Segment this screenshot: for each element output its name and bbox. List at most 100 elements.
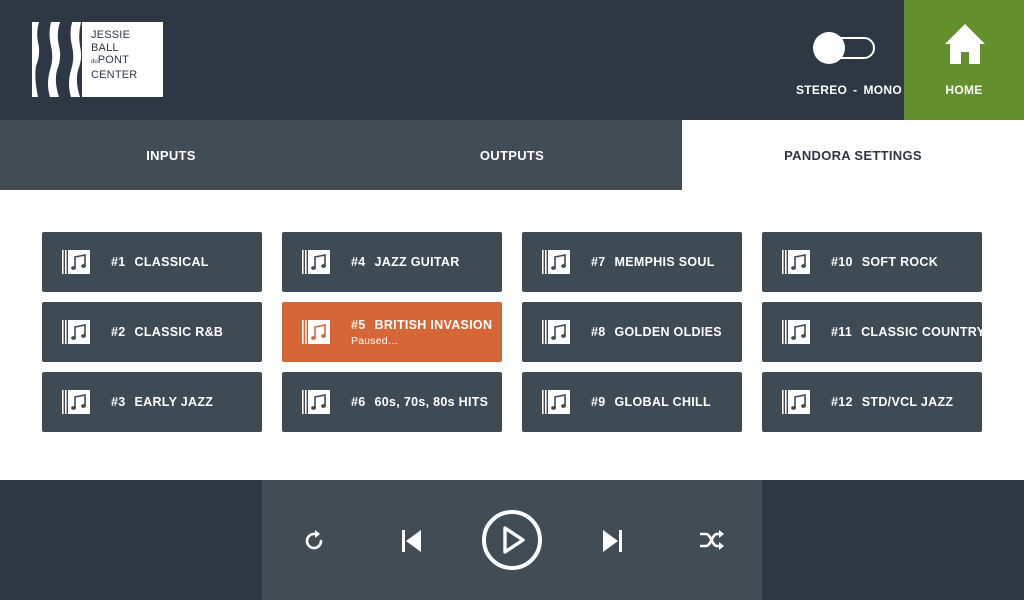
toggle-knob (813, 32, 845, 64)
station-title: #8 GOLDEN OLDIES (591, 325, 722, 339)
skip-forward-icon[interactable] (601, 529, 623, 553)
play-button-ring (482, 510, 542, 570)
station-button[interactable]: #3 EARLY JAZZ (42, 372, 262, 432)
station-title: #7 MEMPHIS SOUL (591, 255, 715, 269)
station-number: #4 (351, 255, 366, 269)
logo-line: BALL (91, 41, 119, 54)
station-name: CLASSIC COUNTRY (861, 325, 986, 339)
station-text: #6 60s, 70s, 80s HITS (351, 372, 488, 432)
station-text: #4 JAZZ GUITAR (351, 232, 460, 292)
station-name: EARLY JAZZ (134, 395, 214, 409)
tab-inputs[interactable]: INPUTS (0, 120, 342, 190)
logo-line: PONT (97, 54, 130, 66)
station-number: #8 (591, 325, 606, 339)
logo-wordmark: JESSIE BALL duPONT CENTER (91, 29, 137, 81)
station-name: GOLDEN OLDIES (614, 325, 722, 339)
home-button[interactable]: HOME (904, 0, 1024, 120)
play-icon (503, 526, 525, 554)
station-text: #3 EARLY JAZZ (111, 372, 213, 432)
station-name: GLOBAL CHILL (614, 395, 711, 409)
music-note-icon (302, 320, 330, 344)
station-title: #11 CLASSIC COUNTRY (831, 325, 985, 339)
music-note-icon (542, 390, 570, 414)
music-note-icon (62, 390, 90, 414)
tab-bar: INPUTS OUTPUTS PANDORA SETTINGS (0, 120, 1024, 190)
station-button[interactable]: #7 MEMPHIS SOUL (522, 232, 742, 292)
shuffle-icon[interactable] (699, 529, 725, 551)
station-number: #10 (831, 255, 853, 269)
music-note-icon (782, 250, 810, 274)
station-button[interactable]: #11 CLASSIC COUNTRY (762, 302, 985, 362)
station-text: #12 STD/VCL JAZZ (831, 372, 953, 432)
tab-outputs[interactable]: OUTPUTS (342, 120, 682, 190)
station-title: #5 BRITISH INVASION (351, 318, 492, 332)
logo: JESSIE BALL duPONT CENTER (32, 22, 163, 97)
header: JESSIE BALL duPONT CENTER STEREO - MONO HO… (0, 0, 1024, 120)
station-text: #1 CLASSICAL (111, 232, 209, 292)
station-name: CLASSICAL (134, 255, 209, 269)
station-name: CLASSIC R&B (134, 325, 224, 339)
station-button[interactable]: #9 GLOBAL CHILL (522, 372, 742, 432)
logo-line: JESSIE (91, 29, 131, 41)
logo-line: CENTER (91, 68, 138, 81)
station-text: #7 MEMPHIS SOUL (591, 232, 715, 292)
station-name: JAZZ GUITAR (374, 255, 460, 269)
tab-pandora-settings[interactable]: PANDORA SETTINGS (682, 120, 1024, 190)
station-grid: #1 CLASSICAL #2 CLASSIC R&B #3 EARLY JAZZ #4 JA… (0, 190, 1024, 480)
station-number: #9 (591, 395, 606, 409)
station-number: #5 (351, 317, 366, 332)
mono-label: MONO (863, 83, 902, 97)
music-note-icon (62, 320, 90, 344)
music-note-icon (302, 390, 330, 414)
station-text: #10 SOFT ROCK (831, 232, 938, 292)
station-button[interactable]: #2 CLASSIC R&B (42, 302, 262, 362)
station-text: #8 GOLDEN OLDIES (591, 302, 722, 362)
station-name: SOFT ROCK (861, 255, 939, 269)
station-title: #1 CLASSICAL (111, 255, 209, 269)
station-title: #6 60s, 70s, 80s HITS (351, 395, 488, 409)
station-number: #1 (111, 255, 126, 269)
station-name: STD/VCL JAZZ (861, 395, 954, 409)
home-icon (945, 24, 985, 64)
station-title: #3 EARLY JAZZ (111, 395, 213, 409)
logo-bars-mark (32, 22, 82, 97)
stereo-mono-toggle[interactable] (811, 31, 877, 65)
station-button[interactable]: #4 JAZZ GUITAR (282, 232, 502, 292)
station-number: #11 (831, 325, 853, 339)
music-note-icon (542, 250, 570, 274)
station-name: 60s, 70s, 80s HITS (374, 395, 489, 409)
station-number: #6 (351, 395, 366, 409)
station-text: #9 GLOBAL CHILL (591, 372, 711, 432)
station-status: Paused… (351, 334, 399, 347)
play-button[interactable] (481, 509, 543, 571)
logo-line: du (91, 59, 98, 65)
stereo-label: STEREO (796, 83, 848, 97)
station-button[interactable]: #12 STD/VCL JAZZ (762, 372, 982, 432)
station-number: #3 (111, 395, 126, 409)
station-title: #10 SOFT ROCK (831, 255, 938, 269)
station-name: MEMPHIS SOUL (614, 255, 715, 269)
station-title: #9 GLOBAL CHILL (591, 395, 711, 409)
tab-label: INPUTS (146, 147, 196, 163)
replay-icon[interactable] (301, 528, 327, 554)
station-text: #2 CLASSIC R&B (111, 302, 223, 362)
station-number: #12 (831, 395, 853, 409)
station-number: #2 (111, 325, 126, 339)
station-name: BRITISH INVASION (374, 317, 493, 332)
music-note-icon (782, 390, 810, 414)
skip-back-icon[interactable] (401, 529, 423, 553)
music-note-icon (542, 320, 570, 344)
station-button[interactable]: #5 BRITISH INVASION Paused… (282, 302, 502, 362)
music-note-icon (302, 250, 330, 274)
station-button[interactable]: #1 CLASSICAL (42, 232, 262, 292)
station-text: #5 BRITISH INVASION Paused… (351, 302, 492, 362)
station-button[interactable]: #10 SOFT ROCK (762, 232, 982, 292)
tab-label: PANDORA SETTINGS (784, 147, 922, 163)
music-note-icon (62, 250, 90, 274)
tab-label: OUTPUTS (479, 147, 545, 163)
station-title: #4 JAZZ GUITAR (351, 255, 460, 269)
station-button[interactable]: #8 GOLDEN OLDIES (522, 302, 742, 362)
music-note-icon (782, 320, 810, 344)
station-button[interactable]: #6 60s, 70s, 80s HITS (282, 372, 502, 432)
stereo-mono-label: STEREO - MONO (796, 83, 902, 97)
